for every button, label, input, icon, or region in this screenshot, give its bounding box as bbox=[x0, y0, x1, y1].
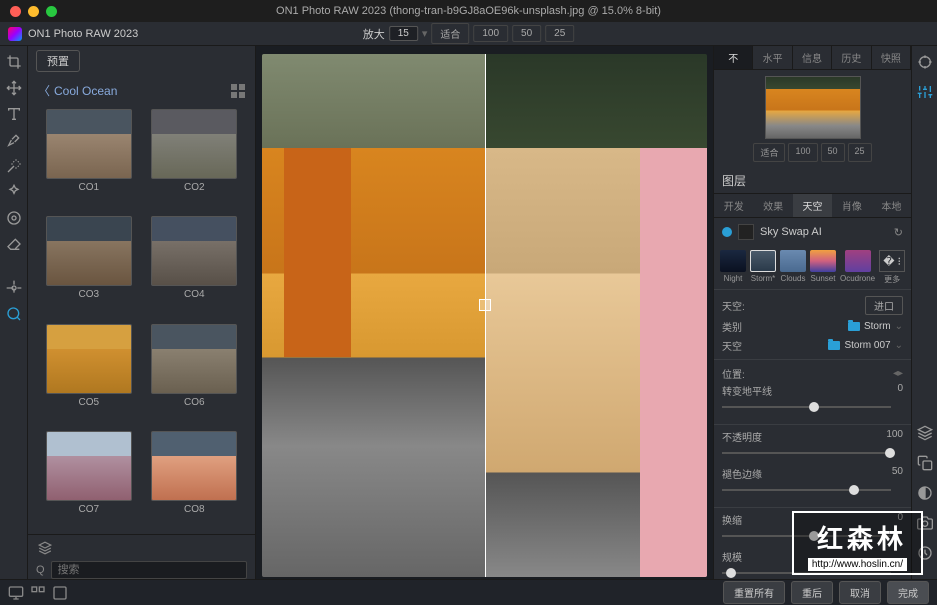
crop-icon[interactable] bbox=[6, 54, 22, 70]
bottom-bar: 重置所有 重后 取消 完成 bbox=[0, 579, 937, 605]
target-icon[interactable] bbox=[917, 54, 933, 70]
edit-tab-effects[interactable]: 效果 bbox=[753, 193, 792, 218]
sky-preset-more[interactable]: � ⁝ 更多 bbox=[879, 250, 905, 285]
mini-50[interactable]: 50 bbox=[821, 143, 845, 162]
edit-tab-portrait[interactable]: 肖像 bbox=[832, 193, 871, 218]
sky-preset-ocudrone[interactable]: Ocudrone bbox=[840, 250, 875, 285]
opacity-slider[interactable] bbox=[722, 446, 903, 460]
navigator-thumb[interactable] bbox=[765, 76, 861, 139]
presets-panel: 预置 〈Cool Ocean CO1 CO2 CO3 CO4 CO5 CO6 C… bbox=[28, 46, 256, 605]
split-handle[interactable] bbox=[479, 299, 491, 311]
folder-icon bbox=[828, 341, 840, 350]
zoom-50[interactable]: 50 bbox=[512, 25, 541, 42]
sky-enable-toggle[interactable] bbox=[722, 227, 732, 237]
preset-co4[interactable]: CO4 bbox=[150, 216, 240, 315]
app-icon bbox=[8, 27, 22, 41]
tab-history[interactable]: 历史 bbox=[832, 46, 871, 69]
preset-co5[interactable]: CO5 bbox=[44, 324, 134, 423]
sky-select[interactable]: Storm 007 bbox=[844, 340, 890, 351]
category-select[interactable]: Storm bbox=[864, 321, 891, 332]
edit-tab-sky[interactable]: 天空 bbox=[793, 193, 832, 218]
window-title: ON1 Photo RAW 2023 (thong-tran-b9GJ8aOE9… bbox=[0, 5, 937, 17]
preset-co7[interactable]: CO7 bbox=[44, 431, 134, 530]
sky-preset-storm[interactable]: Storm* bbox=[750, 250, 776, 285]
canvas: ▭ ◫ ⧉ 预习 ◑ ◉ bbox=[256, 46, 713, 605]
zoom-25[interactable]: 25 bbox=[545, 25, 574, 42]
import-button[interactable]: 进口 bbox=[865, 296, 903, 315]
preset-co6[interactable]: CO6 bbox=[150, 324, 240, 423]
heal-icon[interactable] bbox=[6, 184, 22, 200]
sky-preset-sunset[interactable]: Sunset bbox=[810, 250, 836, 285]
edit-tab-develop[interactable]: 开发 bbox=[714, 193, 753, 218]
minimize-window[interactable] bbox=[28, 6, 39, 17]
mini-25[interactable]: 25 bbox=[848, 143, 872, 162]
zoom-fit[interactable]: 适合 bbox=[431, 23, 469, 44]
brush-icon[interactable] bbox=[6, 132, 22, 148]
mini-fit[interactable]: 适合 bbox=[753, 143, 785, 162]
canvas-image[interactable] bbox=[262, 54, 707, 577]
mask-icon[interactable] bbox=[917, 485, 933, 501]
sky-reset-icon[interactable]: ↻ bbox=[894, 226, 903, 239]
folder-icon bbox=[848, 322, 860, 331]
sky-preset-night[interactable]: Night bbox=[720, 250, 746, 285]
sky-thumb-icon bbox=[738, 224, 754, 240]
zoom-value[interactable]: 15 bbox=[389, 26, 418, 41]
tab-info[interactable]: 信息 bbox=[793, 46, 832, 69]
topbar: ON1 Photo RAW 2023 放大 15 ▾ 适合 100 50 25 bbox=[0, 22, 937, 46]
app-name: ON1 Photo RAW 2023 bbox=[28, 28, 138, 40]
grid-view-icon[interactable] bbox=[231, 84, 245, 98]
done-button[interactable]: 完成 bbox=[887, 581, 929, 604]
text-icon[interactable] bbox=[6, 106, 22, 122]
window-controls bbox=[10, 6, 57, 17]
grid-bottom-icon[interactable] bbox=[30, 585, 46, 601]
preset-back[interactable]: 〈Cool Ocean bbox=[38, 82, 117, 99]
clone-icon[interactable] bbox=[6, 210, 22, 226]
zoom-label: 放大 bbox=[363, 26, 385, 42]
search-input[interactable] bbox=[51, 561, 247, 579]
sky-swap-header[interactable]: Sky Swap AI ↻ bbox=[714, 218, 911, 246]
move-icon[interactable] bbox=[6, 80, 22, 96]
zoom-100[interactable]: 100 bbox=[473, 25, 508, 42]
tab-snapshot[interactable]: 快照 bbox=[872, 46, 911, 69]
compare-splitter[interactable] bbox=[485, 54, 486, 577]
tab-nav[interactable]: 不 bbox=[714, 46, 753, 69]
screen-icon[interactable] bbox=[8, 585, 24, 601]
sliders-icon[interactable] bbox=[917, 84, 933, 100]
tool-rail bbox=[0, 46, 28, 605]
gear-icon[interactable] bbox=[6, 280, 22, 296]
horizon-slider[interactable] bbox=[722, 400, 903, 414]
maximize-window[interactable] bbox=[46, 6, 57, 17]
wand-icon[interactable] bbox=[6, 158, 22, 174]
preset-co8[interactable]: CO8 bbox=[150, 431, 240, 530]
mini-100[interactable]: 100 bbox=[788, 143, 817, 162]
preset-co2[interactable]: CO2 bbox=[150, 109, 240, 208]
eraser-icon[interactable] bbox=[6, 236, 22, 252]
undo-button[interactable]: 重后 bbox=[791, 581, 833, 604]
preset-co1[interactable]: CO1 bbox=[44, 109, 134, 208]
titlebar: ON1 Photo RAW 2023 (thong-tran-b9GJ8aOE9… bbox=[0, 0, 937, 22]
presets-header[interactable]: 预置 bbox=[36, 50, 80, 72]
preset-co3[interactable]: CO3 bbox=[44, 216, 134, 315]
layers-small-icon[interactable] bbox=[38, 541, 52, 555]
search-tool-icon[interactable] bbox=[6, 306, 22, 322]
single-bottom-icon[interactable] bbox=[52, 585, 68, 601]
cancel-button[interactable]: 取消 bbox=[839, 581, 881, 604]
sky-preset-clouds[interactable]: Clouds bbox=[780, 250, 806, 285]
layers-title: 图层 bbox=[714, 168, 911, 193]
watermark: 红森林 http://www.hoslin.cn/ bbox=[792, 511, 923, 575]
tab-level[interactable]: 水平 bbox=[753, 46, 792, 69]
close-window[interactable] bbox=[10, 6, 21, 17]
edit-tab-local[interactable]: 本地 bbox=[872, 193, 911, 218]
layers-icon[interactable] bbox=[917, 425, 933, 441]
fade-slider[interactable] bbox=[722, 483, 903, 497]
copy-icon[interactable] bbox=[917, 455, 933, 471]
reset-all-button[interactable]: 重置所有 bbox=[723, 581, 785, 604]
